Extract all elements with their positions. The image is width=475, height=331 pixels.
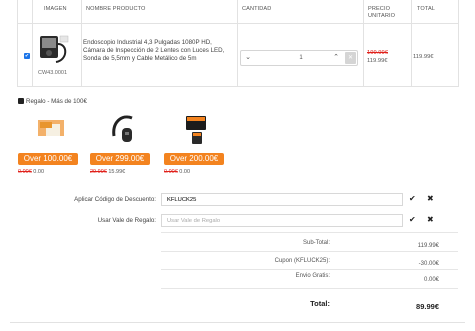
gift-image <box>186 116 206 144</box>
unit-price-old: 199.99€ <box>367 50 388 56</box>
summary-divider <box>161 288 458 289</box>
gift-image <box>38 120 64 136</box>
discount-code-label: Aplicar Código de Descuento: <box>74 196 156 203</box>
check-icon[interactable]: ✔ <box>409 215 416 224</box>
table-divider <box>237 0 238 87</box>
gift-title-text: Regalo - Más de 100€ <box>26 98 87 105</box>
voucher-input[interactable] <box>161 214 403 227</box>
gift-item[interactable]: Over 299.00€ 29.99€ 15.99€ <box>90 110 150 180</box>
header-nombre-producto: NOMBRE PRODUCTO <box>86 6 146 12</box>
gift-threshold-tag: Over 100.00€ <box>18 153 78 165</box>
header-imagen: IMAGEN <box>44 6 67 12</box>
summary-divider <box>161 269 458 270</box>
remove-item-button[interactable]: ✕ <box>345 52 356 64</box>
summary-divider <box>161 251 458 252</box>
total-value: 89.99€ <box>416 302 439 311</box>
unit-price: 119.99€ <box>367 58 388 64</box>
total-label: Total: <box>310 299 330 308</box>
gift-icon <box>18 98 24 104</box>
coupon-value: -30.00€ <box>418 261 439 267</box>
gift-price: 0.00€ 0.00 <box>164 169 191 175</box>
close-icon[interactable]: ✖ <box>427 215 434 224</box>
gift-threshold-tag: Over 299.00€ <box>90 153 150 165</box>
table-header-divider <box>18 23 458 24</box>
subtotal-value: 119.99€ <box>417 243 439 249</box>
summary-divider <box>161 232 458 233</box>
item-select-checkbox[interactable]: ✔ <box>24 53 30 59</box>
quantity-stepper: ⌄ 1 ⌃ ✕ <box>240 50 358 66</box>
header-precio-unitario: PRECIO UNITARIO <box>368 6 396 19</box>
gift-threshold-tag: Over 200.00€ <box>164 153 224 165</box>
gift-price: 0.00€ 0.00 <box>18 169 45 175</box>
item-total: 119.99€ <box>413 54 434 60</box>
product-sku: CW43.0001 <box>38 70 68 76</box>
gift-item[interactable]: Over 200.00€ 0.00€ 0.00 <box>164 110 224 180</box>
table-divider <box>411 0 412 87</box>
table-divider <box>81 0 82 87</box>
shipping-label: Envio Gratis: <box>295 273 330 279</box>
product-name-link[interactable]: Endoscopio Industrial 4,3 Pulgadas 1080P… <box>83 39 233 64</box>
quantity-input[interactable]: 1 <box>286 51 316 65</box>
gift-image <box>112 115 133 142</box>
shipping-value: 0.00€ <box>423 277 439 283</box>
chevron-up-icon[interactable]: ⌃ <box>329 51 343 65</box>
discount-code-input[interactable] <box>161 193 403 206</box>
close-icon[interactable]: ✖ <box>427 194 434 203</box>
gift-section-title: Regalo - Más de 100€ <box>18 98 87 105</box>
coupon-label: Cupon (KFLUCK25): <box>274 258 330 264</box>
table-divider <box>32 0 33 87</box>
voucher-label: Usar Vale de Regalo: <box>97 217 156 224</box>
chevron-down-icon[interactable]: ⌄ <box>241 51 255 65</box>
header-cantidad: CANTIDAD <box>242 6 272 12</box>
product-image[interactable] <box>34 30 72 68</box>
footer-divider <box>10 322 465 323</box>
table-divider <box>363 0 364 87</box>
subtotal-label: Sub-Total: <box>302 240 330 246</box>
check-icon[interactable]: ✔ <box>409 194 416 203</box>
gift-price: 29.99€ 15.99€ <box>90 169 126 175</box>
gift-item[interactable]: Over 100.00€ 0.00€ 0.00 <box>18 110 78 180</box>
header-total: TOTAL <box>417 6 436 12</box>
